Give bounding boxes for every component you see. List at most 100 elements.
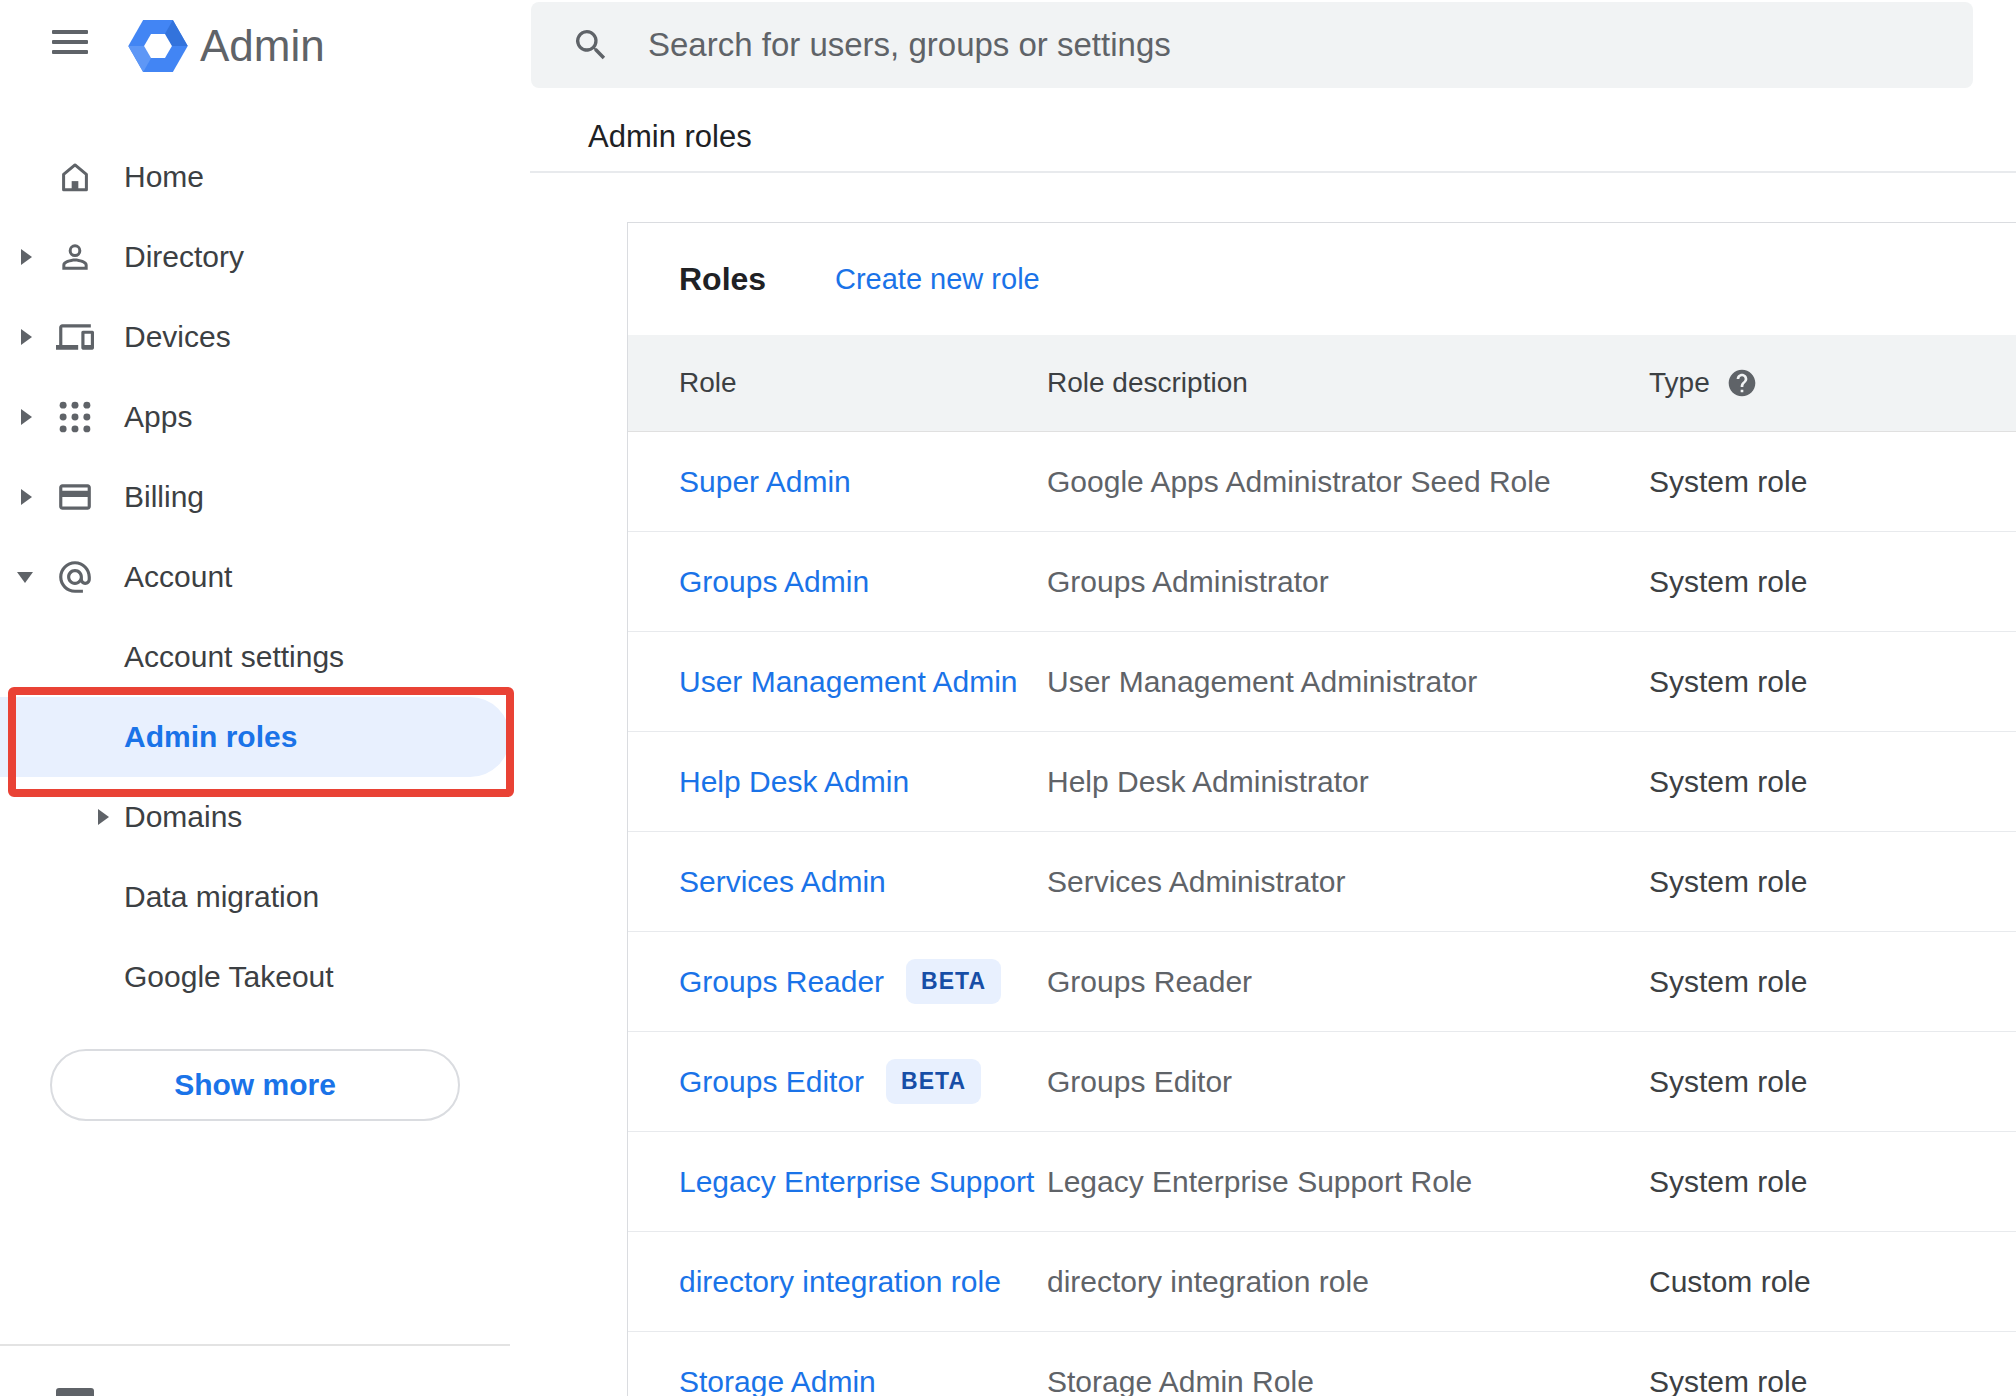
role-type-cell: System role bbox=[1649, 1365, 1949, 1396]
role-type-cell: Custom role bbox=[1649, 1265, 1949, 1299]
role-cell: Super Admin bbox=[628, 465, 1047, 499]
at-sign-icon bbox=[56, 558, 94, 596]
sidebar-item-label: Apps bbox=[124, 400, 192, 434]
menu-icon[interactable] bbox=[52, 30, 88, 56]
role-link[interactable]: Groups Admin bbox=[679, 565, 869, 599]
table-row: Help Desk AdminHelp Desk AdministratorSy… bbox=[628, 732, 2016, 832]
beta-badge: BETA bbox=[906, 959, 1001, 1004]
admin-logo-icon bbox=[128, 20, 188, 76]
table-row: Groups AdminGroups AdministratorSystem r… bbox=[628, 532, 2016, 632]
sidebar-divider bbox=[0, 1344, 510, 1346]
roles-card-header: Roles Create new role bbox=[628, 223, 2016, 335]
role-link[interactable]: Help Desk Admin bbox=[679, 765, 909, 799]
sidebar-item-label: Domains bbox=[124, 800, 242, 834]
sidebar-item-billing[interactable]: Billing bbox=[0, 457, 530, 537]
beta-badge: BETA bbox=[886, 1059, 981, 1104]
credit-card-icon bbox=[56, 478, 94, 516]
role-description-cell: Legacy Enterprise Support Role bbox=[1047, 1165, 1649, 1199]
role-link[interactable]: Legacy Enterprise Support bbox=[679, 1165, 1034, 1199]
chevron-right-icon[interactable] bbox=[98, 809, 109, 825]
role-link[interactable]: Groups Reader bbox=[679, 965, 884, 999]
sidebar-item-data-migration[interactable]: Data migration bbox=[0, 857, 530, 937]
role-description-cell: Groups Reader bbox=[1047, 965, 1649, 999]
help-icon[interactable] bbox=[1726, 367, 1758, 399]
sidebar-item-domains[interactable]: Domains bbox=[0, 777, 530, 857]
role-cell: Legacy Enterprise Support bbox=[628, 1165, 1047, 1199]
role-description-cell: Services Administrator bbox=[1047, 865, 1649, 899]
table-row: User Management Admin User Management Adm… bbox=[628, 632, 2016, 732]
home-icon bbox=[56, 158, 94, 196]
sidebar-item-label: Account settings bbox=[124, 640, 344, 674]
role-cell: Groups Editor BETA bbox=[628, 1059, 1047, 1104]
chevron-right-icon[interactable] bbox=[21, 489, 32, 505]
role-type-cell: System role bbox=[1649, 665, 1949, 699]
breadcrumb-divider bbox=[530, 171, 2016, 173]
sidebar-nav: Home Directory Devices Apps Billing Account Ac… bbox=[0, 137, 530, 1017]
role-cell: directory integration role bbox=[628, 1265, 1047, 1299]
role-cell: User Management Admin bbox=[628, 665, 1047, 699]
chevron-down-icon[interactable] bbox=[17, 572, 33, 583]
cutoff-icon bbox=[56, 1388, 94, 1396]
role-cell: Storage Admin bbox=[628, 1365, 1047, 1396]
table-row: Services AdminServices AdministratorSyst… bbox=[628, 832, 2016, 932]
sidebar-item-home[interactable]: Home bbox=[0, 137, 530, 217]
role-link[interactable]: Storage Admin bbox=[679, 1365, 876, 1396]
show-more-button[interactable]: Show more bbox=[50, 1049, 460, 1121]
search-input[interactable] bbox=[648, 2, 1898, 88]
sidebar-item-label: Account bbox=[124, 560, 232, 594]
sidebar-item-label: Directory bbox=[124, 240, 244, 274]
search-bar[interactable] bbox=[531, 2, 1973, 88]
sidebar-item-directory[interactable]: Directory bbox=[0, 217, 530, 297]
table-row: Storage Admin Storage Admin RoleSystem ro… bbox=[628, 1332, 2016, 1396]
sidebar: Admin Home Directory Devices Apps Billing Acc… bbox=[0, 0, 530, 1396]
sidebar-item-account-settings[interactable]: Account settings bbox=[0, 617, 530, 697]
role-type-cell: System role bbox=[1649, 1165, 1949, 1199]
sidebar-item-apps[interactable]: Apps bbox=[0, 377, 530, 457]
sidebar-item-label: Admin roles bbox=[124, 720, 297, 754]
role-description-cell: User Management Administrator bbox=[1047, 665, 1649, 699]
role-description-cell: directory integration role bbox=[1047, 1265, 1649, 1299]
roles-card: Roles Create new role Role Role descript… bbox=[627, 222, 2016, 1396]
sidebar-item-account[interactable]: Account bbox=[0, 537, 530, 617]
table-row: Groups EditorBETAGroups EditorSystem rol… bbox=[628, 1032, 2016, 1132]
person-icon bbox=[56, 238, 94, 276]
role-type-cell: System role bbox=[1649, 465, 1949, 499]
role-type-cell: System role bbox=[1649, 565, 1949, 599]
chevron-right-icon[interactable] bbox=[21, 409, 32, 425]
chevron-right-icon[interactable] bbox=[21, 329, 32, 345]
table-row: directory integration role directory inte… bbox=[628, 1232, 2016, 1332]
breadcrumb: Admin roles bbox=[588, 95, 752, 179]
table-row: Super Admin Google Apps Administrator See… bbox=[628, 432, 2016, 532]
create-new-role-link[interactable]: Create new role bbox=[835, 223, 1040, 335]
roles-title: Roles bbox=[679, 223, 766, 335]
roles-table-body: Super Admin Google Apps Administrator See… bbox=[628, 432, 2016, 1396]
role-cell: Groups Admin bbox=[628, 565, 1047, 599]
role-link[interactable]: Super Admin bbox=[679, 465, 851, 499]
devices-icon bbox=[56, 318, 94, 356]
sidebar-item-label: Billing bbox=[124, 480, 204, 514]
role-link[interactable]: User Management Admin bbox=[679, 665, 1018, 699]
column-header-description: Role description bbox=[1047, 367, 1649, 399]
chevron-right-icon[interactable] bbox=[21, 249, 32, 265]
role-type-cell: System role bbox=[1649, 965, 1949, 999]
column-header-type: Type bbox=[1649, 367, 1949, 399]
sidebar-item-label: Devices bbox=[124, 320, 231, 354]
apps-grid-icon bbox=[56, 398, 94, 436]
role-cell: Groups Reader BETA bbox=[628, 959, 1047, 1004]
search-icon bbox=[571, 25, 611, 65]
role-link[interactable]: directory integration role bbox=[679, 1265, 1001, 1299]
role-type-cell: System role bbox=[1649, 765, 1949, 799]
sidebar-item-google-takeout[interactable]: Google Takeout bbox=[0, 937, 530, 1017]
role-description-cell: Storage Admin Role bbox=[1047, 1365, 1649, 1396]
role-type-cell: System role bbox=[1649, 1065, 1949, 1099]
table-row: Legacy Enterprise Support Legacy Enterpri… bbox=[628, 1132, 2016, 1232]
role-description-cell: Groups Editor bbox=[1047, 1065, 1649, 1099]
sidebar-item-label: Google Takeout bbox=[124, 960, 334, 994]
role-description-cell: Google Apps Administrator Seed Role bbox=[1047, 465, 1649, 499]
app-title: Admin bbox=[200, 0, 325, 92]
role-link[interactable]: Services Admin bbox=[679, 865, 886, 899]
sidebar-item-admin-roles[interactable]: Admin roles bbox=[0, 697, 530, 777]
sidebar-item-devices[interactable]: Devices bbox=[0, 297, 530, 377]
role-link[interactable]: Groups Editor bbox=[679, 1065, 864, 1099]
table-row: Groups ReaderBETAGroups ReaderSystem rol… bbox=[628, 932, 2016, 1032]
